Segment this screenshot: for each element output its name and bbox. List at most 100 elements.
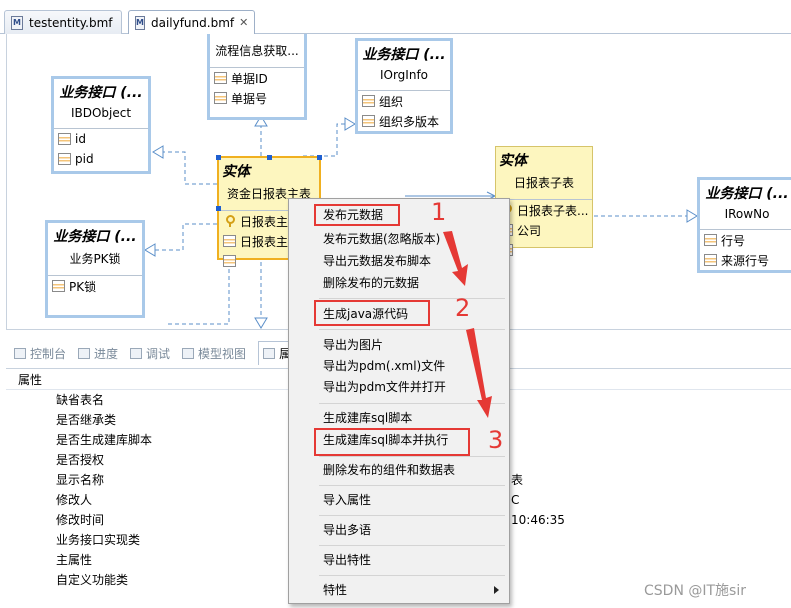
interface-node[interactable]: 流程信息获取... 单据ID 单据号 <box>207 34 307 120</box>
highlight-box <box>314 300 430 326</box>
property-name: 显示名称 <box>56 473 105 487</box>
attribute-icon <box>52 280 65 292</box>
node-attribute[interactable]: 公司 <box>496 220 592 240</box>
menu-item-export-pdm-xml[interactable]: 导出为pdm(.xml)文件 <box>289 356 509 376</box>
arrow-head <box>686 209 698 223</box>
property-name: 是否继承类 <box>56 413 117 427</box>
bmf-file-icon: M <box>135 15 145 30</box>
menu-item-publish-metadata-ignore-version[interactable]: 发布元数据(忽略版本) <box>289 229 509 249</box>
menu-separator <box>319 298 505 299</box>
tab-dailyfund[interactable]: M dailyfund.bmf ✕ <box>128 10 255 35</box>
node-attribute[interactable]: 行号 <box>700 230 791 250</box>
attribute-label: 组织 <box>379 94 404 109</box>
node-attribute[interactable]: 单据号 <box>210 88 304 108</box>
attribute-icon <box>362 115 375 127</box>
tab-console[interactable]: 控制台 <box>14 345 66 362</box>
node-attribute[interactable]: 单据ID <box>210 68 304 88</box>
step-number: 3 <box>488 426 504 454</box>
selection-handle[interactable] <box>216 155 221 160</box>
tab-testentity[interactable]: M testentity.bmf <box>4 10 122 34</box>
attribute-icon <box>704 254 717 266</box>
menu-item-generate-sql-script[interactable]: 生成建库sql脚本 <box>289 408 509 428</box>
close-icon[interactable]: ✕ <box>239 16 248 29</box>
menu-item-delete-published-components[interactable]: 删除发布的组件和数据表 <box>289 460 509 480</box>
node-attribute[interactable]: 来源行号 <box>700 250 791 270</box>
node-title: 业务接口 (... <box>362 47 446 63</box>
bmf-file-icon: M <box>11 15 23 30</box>
attribute-label: 单据ID <box>231 71 268 86</box>
property-value[interactable]: C <box>511 490 519 510</box>
step-number: 1 <box>431 198 447 226</box>
step-number: 2 <box>455 294 471 322</box>
realization-edge <box>167 262 230 325</box>
model-view-icon <box>182 347 195 359</box>
attribute-icon <box>223 255 236 267</box>
attribute-icon <box>58 153 71 165</box>
tab-label: 进度 <box>94 346 119 361</box>
highlight-box <box>314 428 470 456</box>
node-title: 业务接口 (... <box>53 229 137 245</box>
menu-separator <box>319 545 505 546</box>
selection-handle[interactable] <box>216 206 221 211</box>
attribute-label: 日报表主 <box>240 214 289 229</box>
interface-node[interactable]: 业务接口 (... IRowNo 行号 来源行号 <box>697 177 791 273</box>
interface-node[interactable]: 业务接口 (... IOrgInfo 组织 组织多版本 <box>355 38 453 134</box>
tab-debug[interactable]: 调试 <box>130 345 170 362</box>
menu-separator <box>319 575 505 576</box>
property-name: 是否生成建库脚本 <box>56 433 153 447</box>
menu-separator <box>319 485 505 486</box>
menu-item-export-features[interactable]: 导出特性 <box>289 550 509 570</box>
attribute-label: 行号 <box>721 233 746 248</box>
node-attribute[interactable]: PK锁 <box>48 276 142 296</box>
menu-item-import-attributes[interactable]: 导入属性 <box>289 490 509 510</box>
selection-handle[interactable] <box>267 155 272 160</box>
node-title: 业务接口 (... <box>59 85 143 101</box>
editor-tab-bar: M testentity.bmf M dailyfund.bmf ✕ <box>0 0 791 35</box>
interface-node[interactable]: 业务接口 (... IBDObject id pid <box>51 76 151 174</box>
node-attribute[interactable] <box>496 240 592 260</box>
menu-item-features[interactable]: 特性 <box>289 580 509 600</box>
submenu-arrow-icon <box>494 586 499 594</box>
menu-separator <box>319 403 505 404</box>
node-attribute[interactable]: id <box>54 129 148 149</box>
attribute-label: 日报表子表... <box>517 203 589 218</box>
menu-separator <box>319 329 505 330</box>
debug-icon <box>130 347 143 359</box>
node-title: 业务接口 (... <box>705 186 789 202</box>
selection-handle[interactable] <box>317 155 322 160</box>
realization-edge <box>145 223 217 251</box>
properties-icon <box>263 348 276 359</box>
tab-model-view[interactable]: 模型视图 <box>182 345 246 362</box>
menu-item-export-pdm-open[interactable]: 导出为pdm文件并打开 <box>289 377 509 397</box>
node-attribute[interactable]: 日报表子表... <box>496 200 592 220</box>
attribute-label: 公司 <box>517 223 542 238</box>
property-name: 缺省表名 <box>56 393 105 407</box>
tab-label: 模型视图 <box>198 346 247 361</box>
node-attribute[interactable]: 组织多版本 <box>358 111 450 131</box>
attribute-label: 日报表主 <box>240 234 289 249</box>
menu-item-delete-published-metadata[interactable]: 删除发布的元数据 <box>289 273 509 293</box>
attribute-icon <box>704 234 717 246</box>
tab-progress[interactable]: 进度 <box>78 345 118 362</box>
arrow-head <box>144 243 156 257</box>
node-name: IBDObject <box>54 102 148 129</box>
node-name: IRowNo <box>700 203 791 230</box>
node-name: 日报表子表 <box>496 170 592 200</box>
properties-column-header: 属性 <box>18 373 43 387</box>
menu-item-export-publish-script[interactable]: 导出元数据发布脚本 <box>289 251 509 271</box>
attribute-icon <box>214 72 227 84</box>
interface-node[interactable]: 业务接口 (... 业务PK锁 PK锁 <box>45 220 145 318</box>
menu-item-export-image[interactable]: 导出为图片 <box>289 335 509 355</box>
attribute-label: 组织多版本 <box>379 114 440 129</box>
property-name: 自定义功能类 <box>56 573 129 587</box>
node-attribute[interactable]: pid <box>54 149 148 169</box>
attribute-label: PK锁 <box>69 279 97 294</box>
arrow-head <box>254 317 268 329</box>
attribute-icon <box>214 92 227 104</box>
node-name: 业务PK锁 <box>48 246 142 276</box>
menu-item-export-multilang[interactable]: 导出多语 <box>289 520 509 540</box>
context-menu: 发布元数据 发布元数据(忽略版本) 导出元数据发布脚本 删除发布的元数据 生成j… <box>288 198 510 604</box>
property-value[interactable]: 10:46:35 <box>511 510 565 530</box>
property-value[interactable]: 表 <box>511 470 523 490</box>
node-attribute[interactable]: 组织 <box>358 91 450 111</box>
